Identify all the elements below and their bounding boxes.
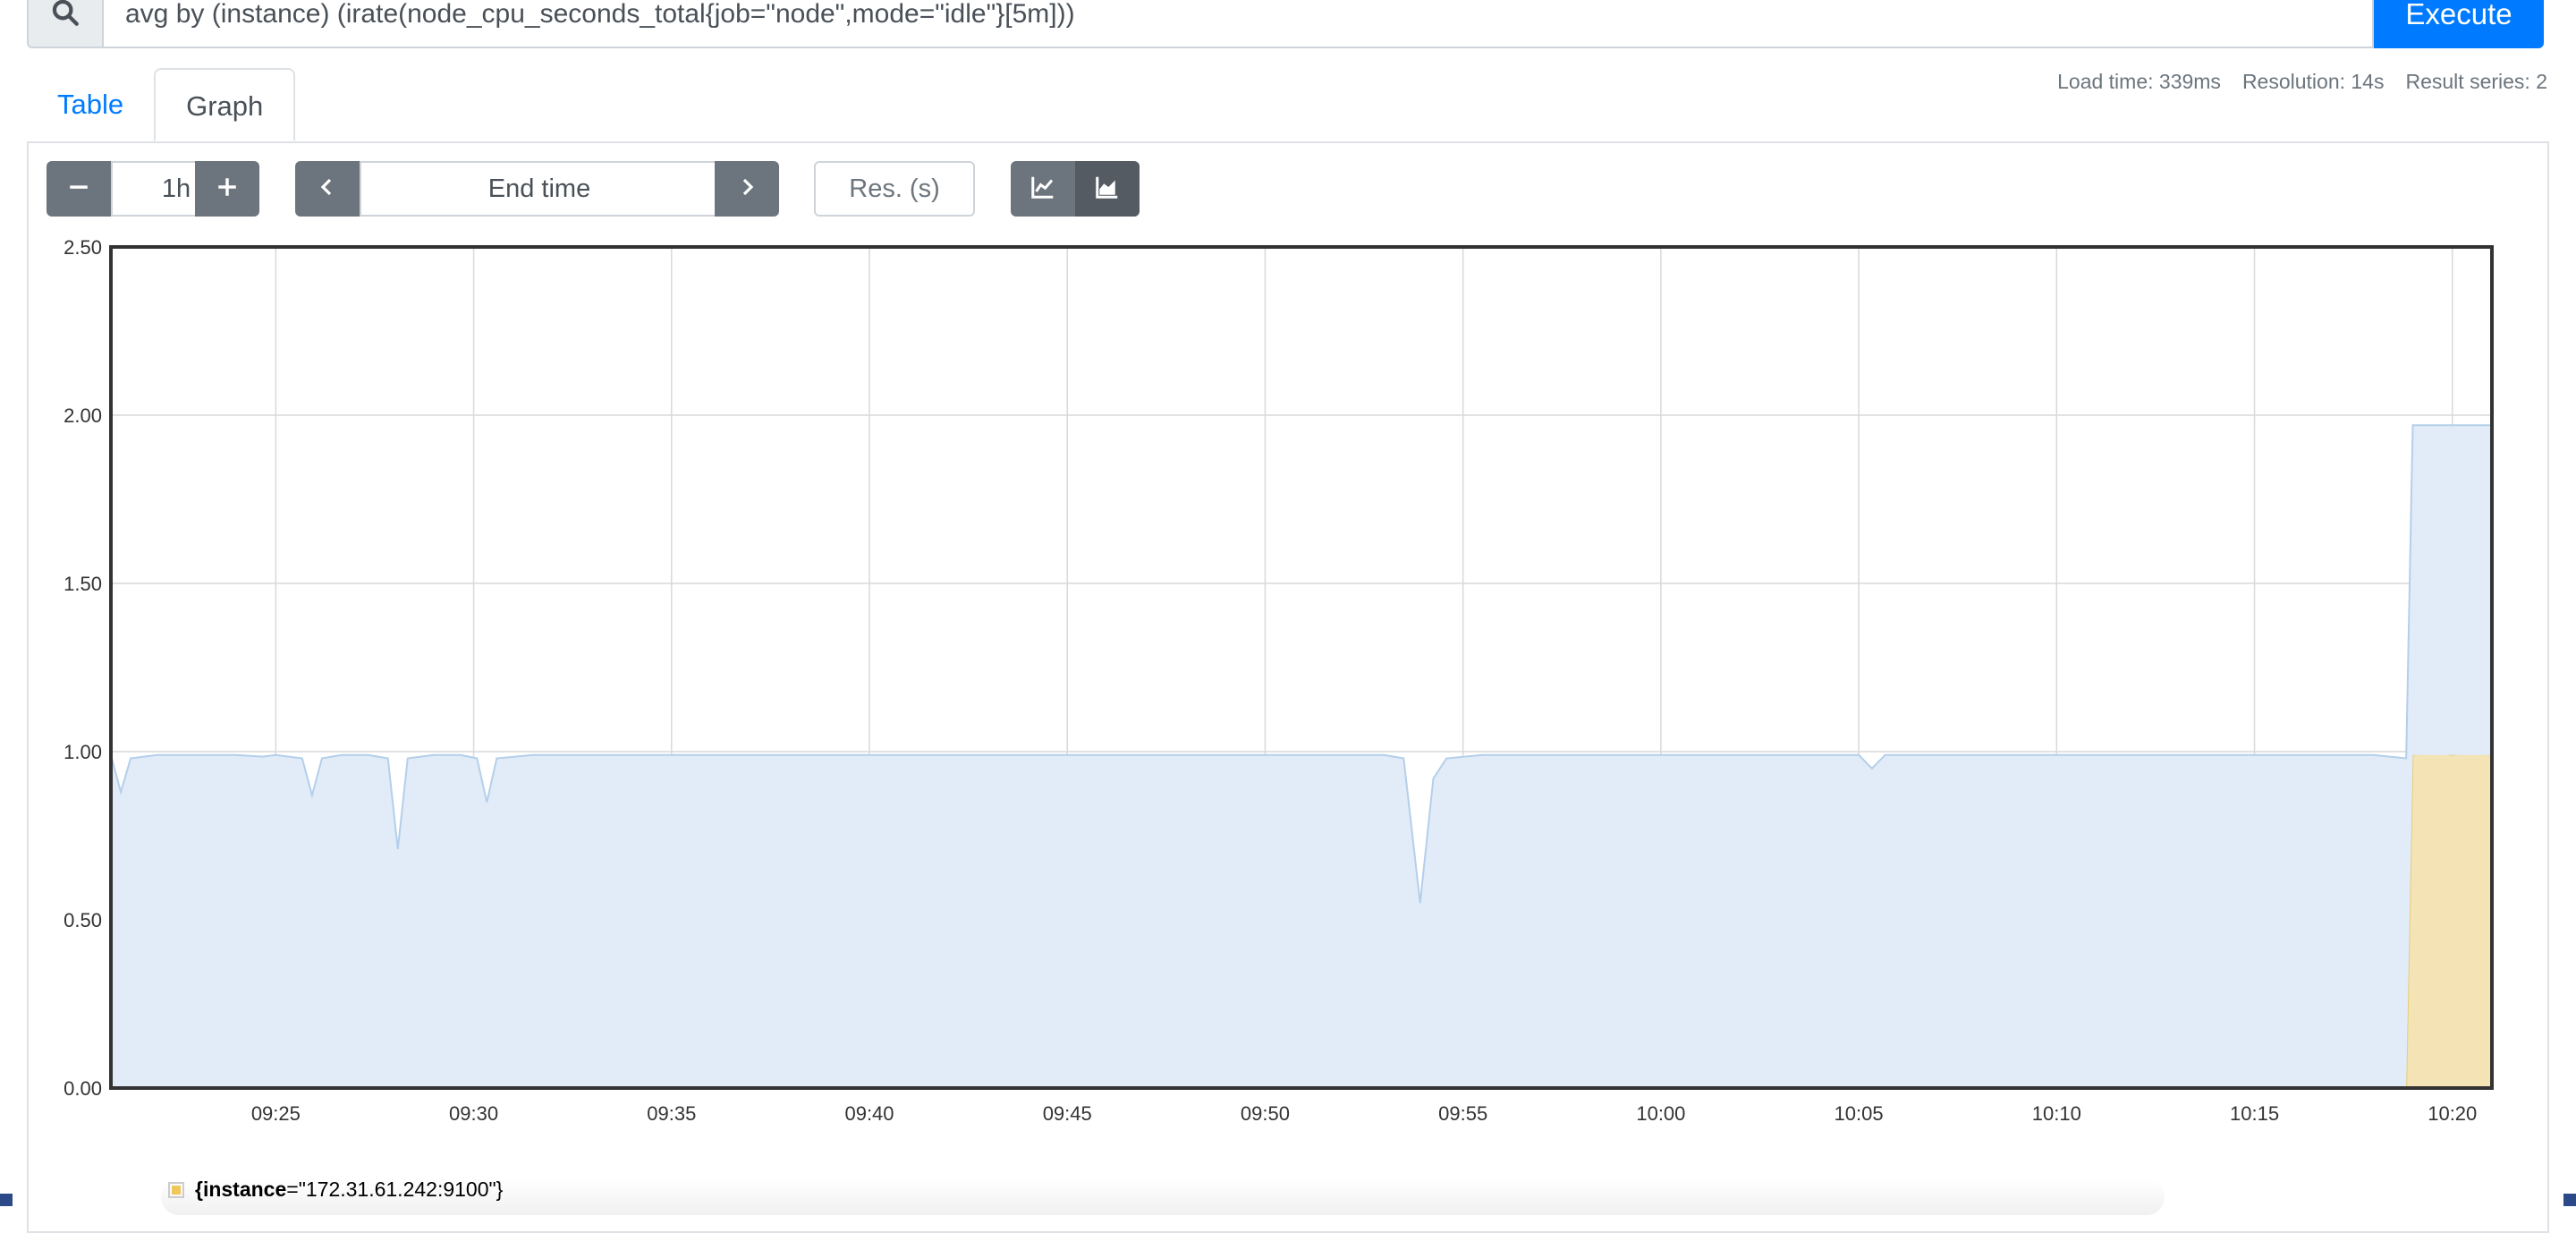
x-tick-label: 10:00 [1636,1102,1685,1125]
y-tick-label: 2.50 [64,236,102,259]
tab-graph[interactable]: Graph [154,68,296,141]
x-tick-label: 10:20 [2428,1102,2477,1125]
x-tick-label: 09:25 [251,1102,301,1125]
x-tick-label: 09:50 [1241,1102,1290,1125]
x-tick-label: 09:45 [1043,1102,1092,1125]
y-tick-label: 0.50 [64,909,102,931]
y-tick-label: 1.50 [64,573,102,595]
x-tick-label: 09:35 [647,1102,696,1125]
x-tick-label: 10:15 [2230,1102,2279,1125]
y-tick-label: 1.00 [64,741,102,763]
x-tick-label: 09:30 [449,1102,498,1125]
legend-swatch [168,1181,184,1198]
legend-item[interactable]: {instance="172.31.61.242:9100"} [168,1178,503,1202]
x-tick-label: 09:40 [844,1102,894,1125]
corner-left [0,1194,13,1206]
legend-label: {instance="172.31.61.242:9100"} [195,1178,504,1201]
graph-chart: 0.00 0.50 1.00 1.50 2.00 2.50 09:25 09:30 09:35 0… [64,236,2494,1125]
y-tick-label: 2.00 [64,404,102,427]
y-tick-label: 0.00 [64,1077,102,1100]
x-tick-label: 10:05 [1835,1102,1884,1125]
corner-right [2563,1194,2576,1206]
series-b-area [2406,752,2492,1088]
x-tick-label: 10:10 [2032,1102,2081,1125]
x-tick-label: 09:55 [1438,1102,1487,1125]
